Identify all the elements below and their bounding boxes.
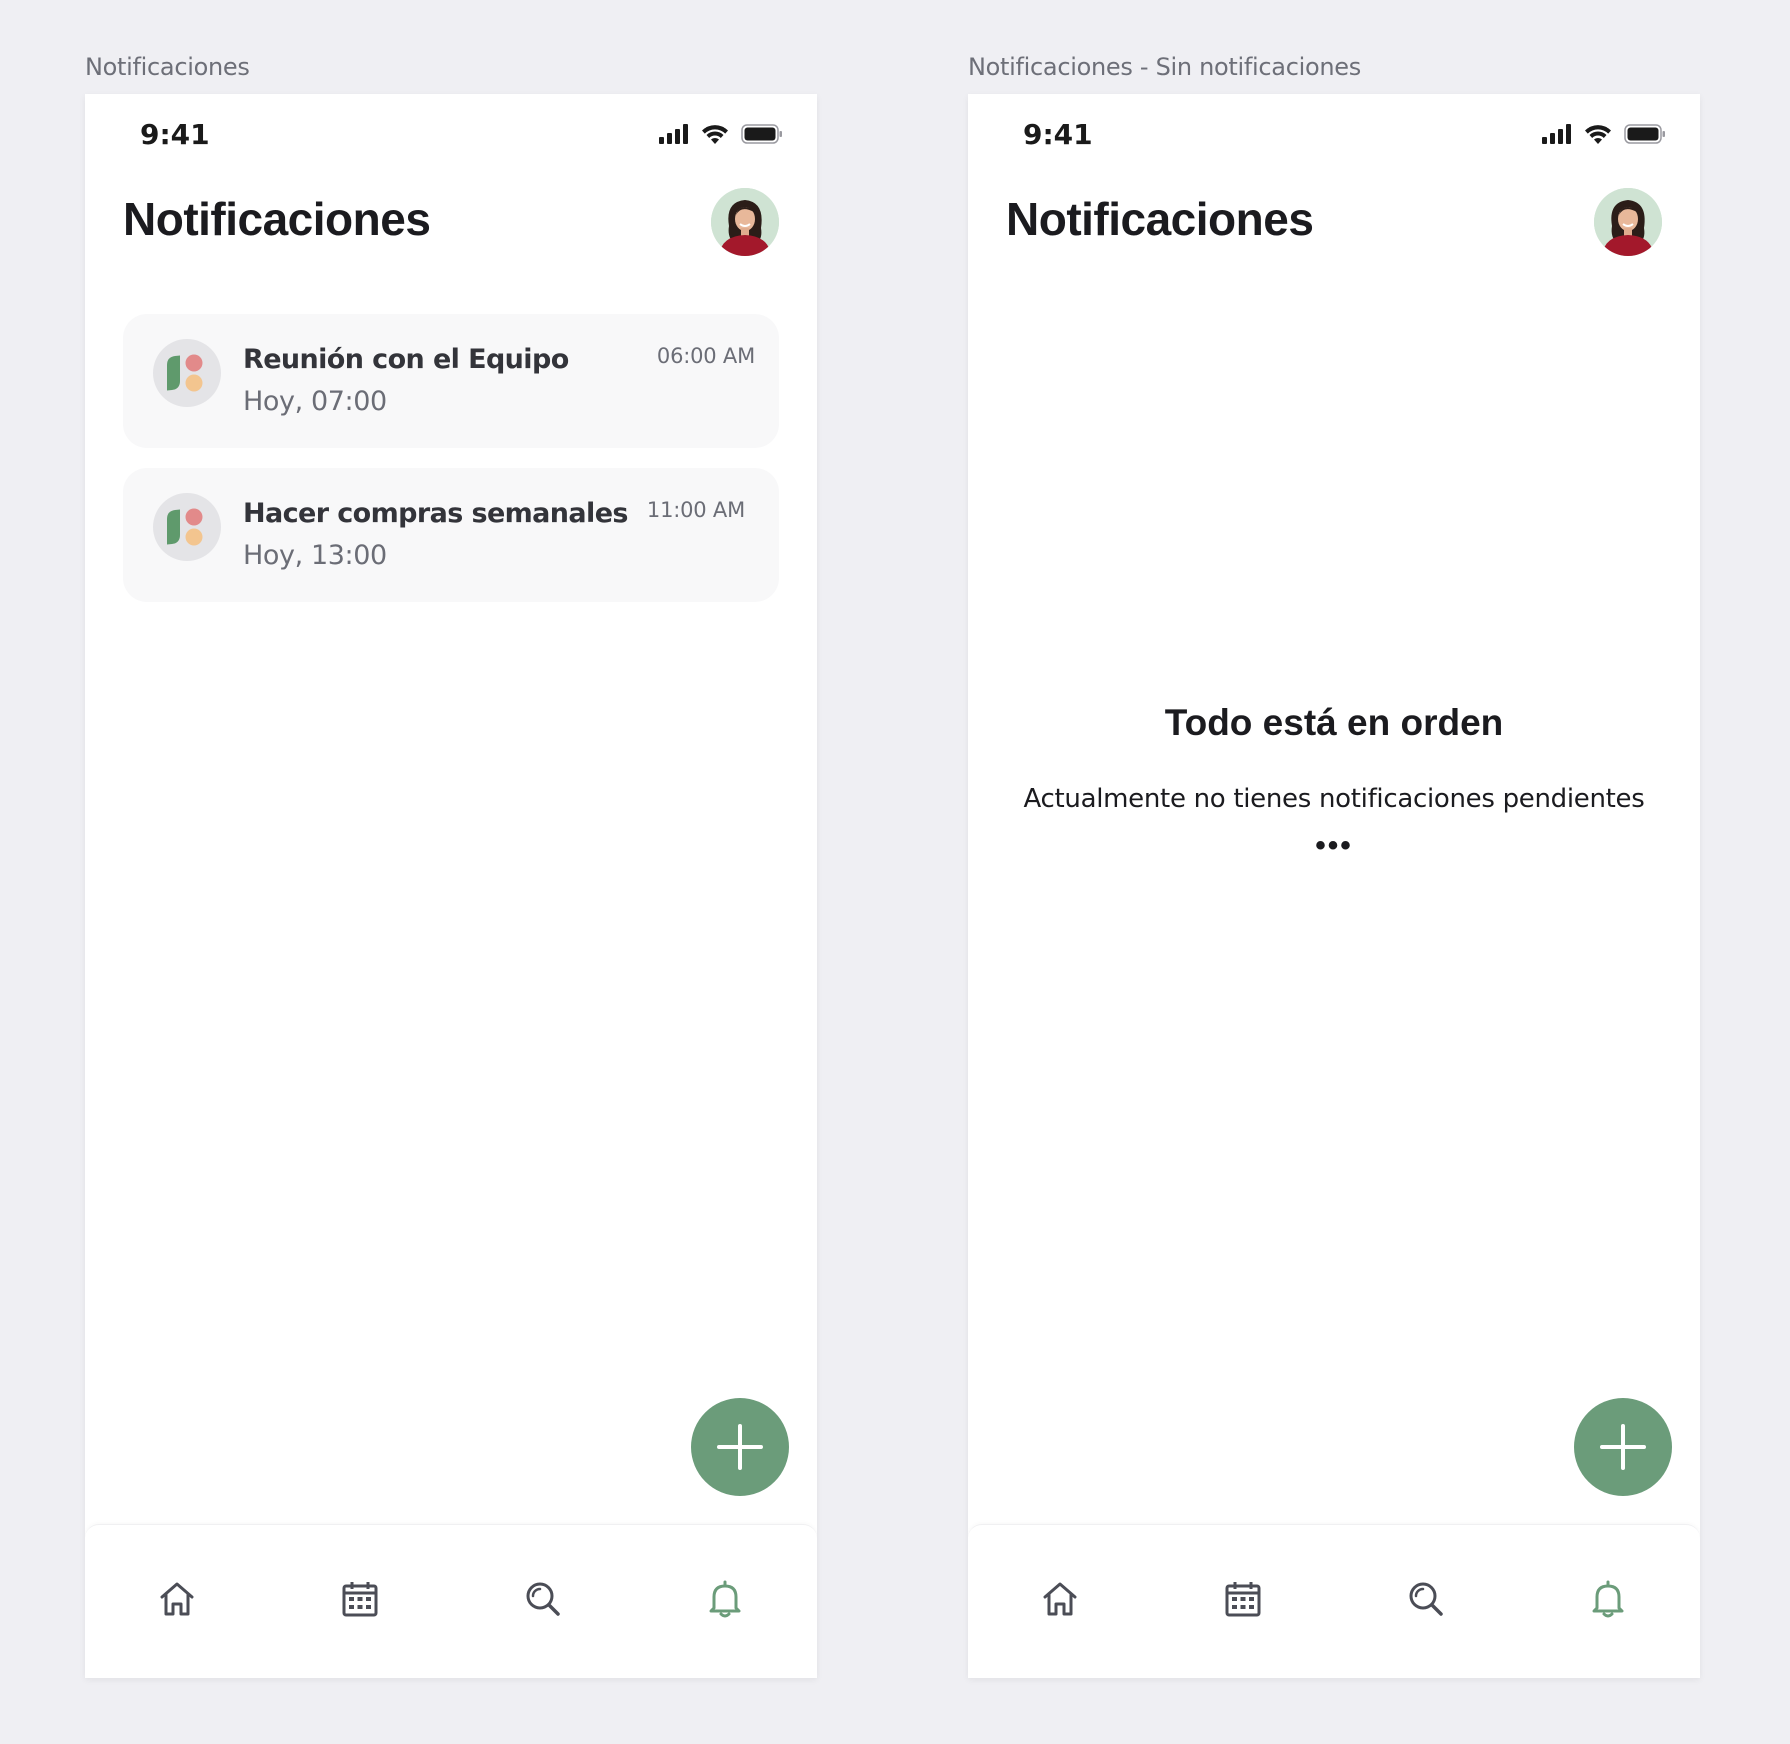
add-button[interactable] [1574,1398,1672,1496]
battery-icon [741,124,783,144]
tab-notifications[interactable] [1584,1575,1632,1623]
notification-subtitle: Hoy, 13:00 [243,540,387,571]
status-time: 9:41 [1023,118,1093,151]
avatar-image [1594,188,1662,256]
tab-calendar[interactable] [1219,1575,1267,1623]
page-title: Notificaciones [123,193,431,245]
app-logo-icon [153,339,221,407]
signal-icon [1542,124,1572,144]
avatar-image [711,188,779,256]
calendar-icon [1223,1579,1263,1619]
search-icon [1406,1579,1446,1619]
status-time: 9:41 [140,118,210,151]
phone-frame-empty: 9:41 Notificaciones Todo está en orden A… [968,94,1700,1678]
search-icon [523,1579,563,1619]
tab-home[interactable] [1036,1575,1084,1623]
signal-icon [659,124,689,144]
notification-time: 06:00 AM [656,344,755,368]
tab-search[interactable] [519,1575,567,1623]
status-icons [1542,124,1666,144]
notification-subtitle: Hoy, 07:00 [243,386,387,417]
phone-frame-notifications: 9:41 Notificaciones Reunión con el Equip… [85,94,817,1678]
empty-state-title: Todo está en orden [1164,702,1504,743]
frame-label: Notificaciones [85,53,250,81]
home-icon [157,1579,197,1619]
wifi-icon [701,124,729,144]
plus-icon [715,1422,765,1472]
notification-time: 11:00 AM [646,498,745,522]
status-bar: 9:41 [85,94,817,174]
add-button[interactable] [691,1398,789,1496]
bell-icon [705,1579,745,1619]
tab-bar [85,1524,817,1678]
calendar-icon [340,1579,380,1619]
tab-search[interactable] [1402,1575,1450,1623]
bell-icon [1588,1579,1628,1619]
notification-title: Reunión con el Equipo [243,344,569,375]
frame-label: Notificaciones - Sin notificaciones [968,53,1361,81]
status-icons [659,124,783,144]
empty-state-subtitle: Actualmente no tienes notificaciones pen… [1023,784,1645,814]
tab-bar [968,1524,1700,1678]
page-title: Notificaciones [1006,193,1314,245]
avatar[interactable] [711,188,779,256]
plus-icon [1598,1422,1648,1472]
app-logo-icon [153,493,221,561]
notification-card[interactable]: Hacer compras semanales Hoy, 13:00 11:00… [123,468,779,602]
avatar[interactable] [1594,188,1662,256]
battery-icon [1624,124,1666,144]
status-bar: 9:41 [968,94,1700,174]
notification-card[interactable]: Reunión con el Equipo Hoy, 07:00 06:00 A… [123,314,779,448]
tab-notifications[interactable] [701,1575,749,1623]
tab-home[interactable] [153,1575,201,1623]
ellipsis-icon: ••• [1315,829,1353,862]
tab-calendar[interactable] [336,1575,384,1623]
notification-title: Hacer compras semanales [243,498,628,529]
home-icon [1040,1579,1080,1619]
wifi-icon [1584,124,1612,144]
